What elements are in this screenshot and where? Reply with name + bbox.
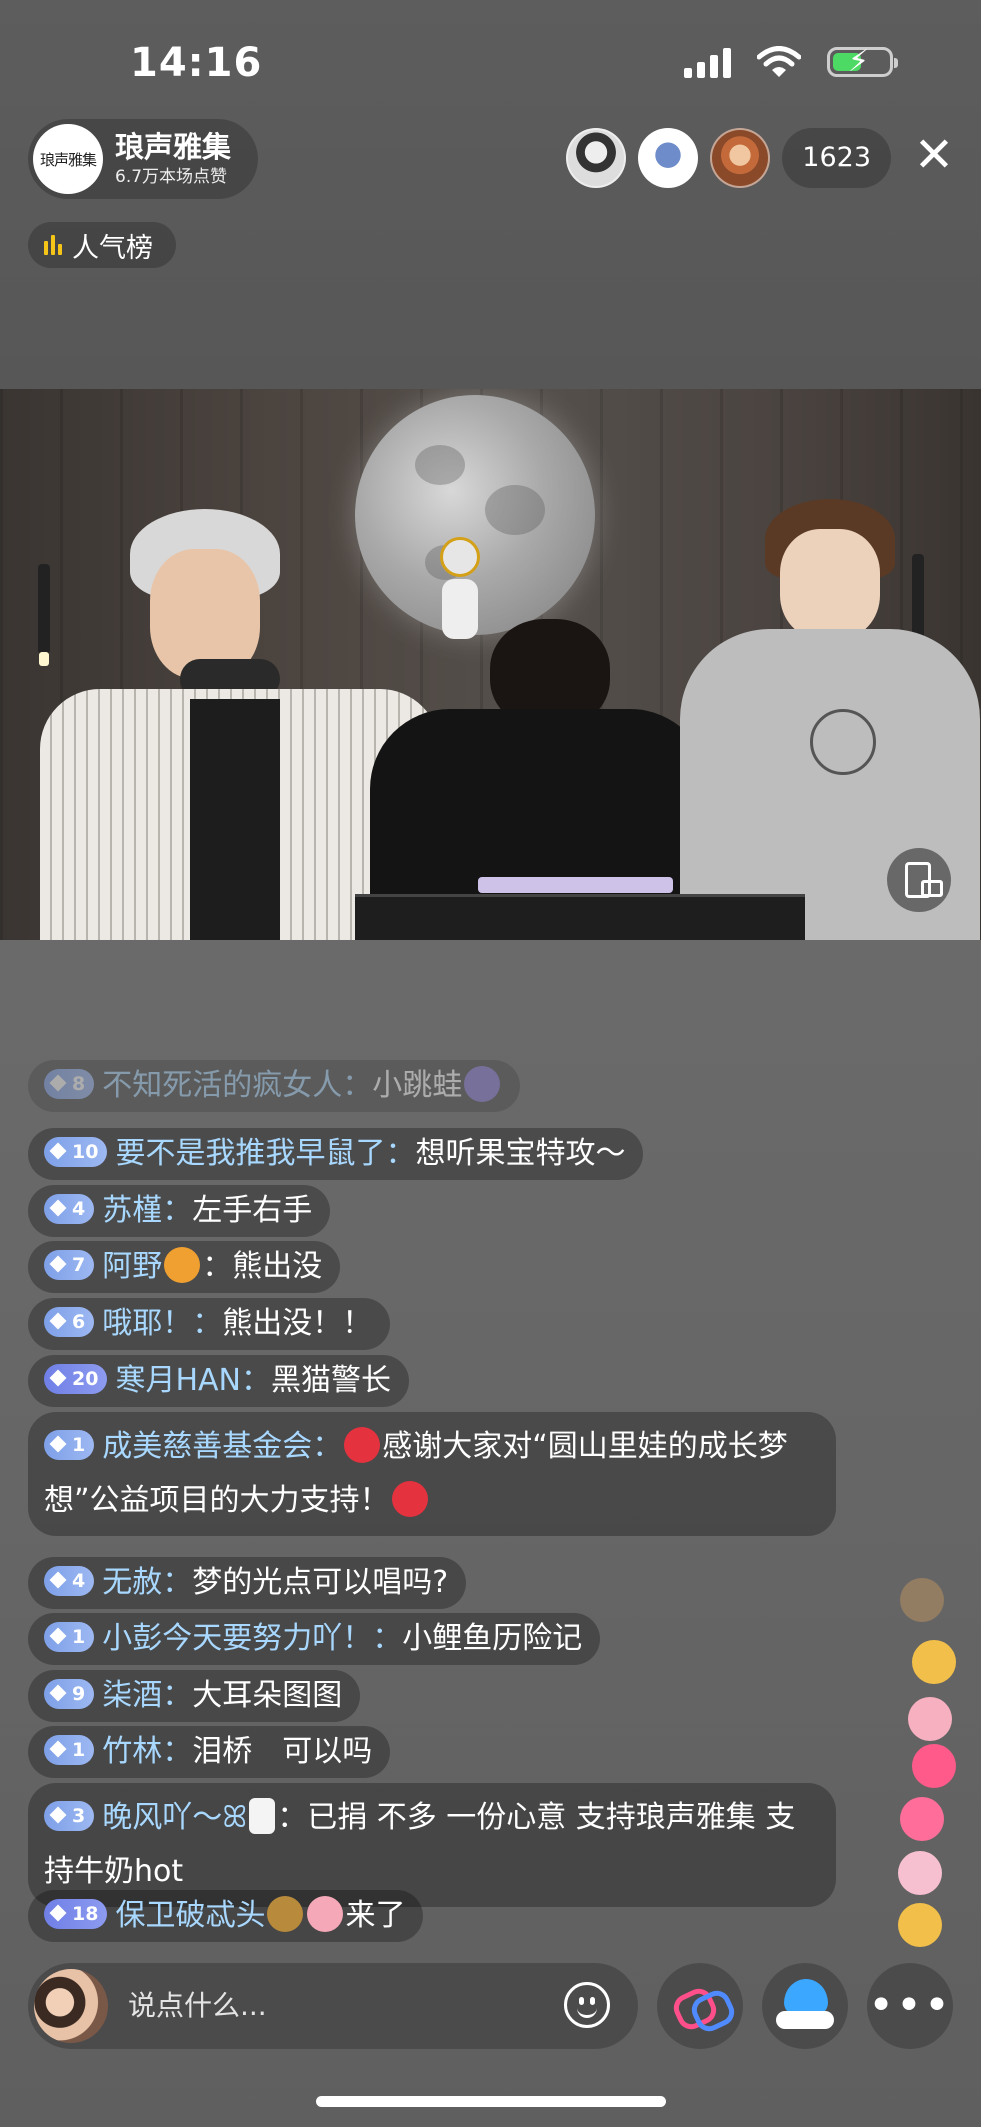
- chat-message[interactable]: 1 竹林：泪桥 可以吗: [28, 1726, 391, 1778]
- emoji-icon[interactable]: [564, 1982, 610, 2028]
- close-icon[interactable]: ✕: [909, 130, 959, 180]
- level-badge: 18: [44, 1898, 108, 1929]
- lion-emoji-icon: [164, 1246, 201, 1283]
- home-indicator[interactable]: [316, 2096, 666, 2107]
- chat-message[interactable]: 18 保卫破忒头 来了: [28, 1890, 424, 1942]
- host-info-pill[interactable]: 琅声雅集 琅声雅集 6.7万本场点赞: [28, 119, 258, 199]
- viewer-list: 1623: [566, 128, 891, 188]
- viewer-avatar[interactable]: [638, 128, 699, 188]
- chat-message[interactable]: 4 无赦：梦的光点可以唱吗?: [28, 1557, 467, 1609]
- chat-message[interactable]: 9 柒酒：大耳朵图图: [28, 1670, 361, 1722]
- pig-emoji-icon: [307, 1895, 344, 1932]
- level-badge: 4: [44, 1193, 95, 1224]
- gift-button[interactable]: [762, 1963, 848, 2049]
- float-like-icon: [900, 1578, 944, 1622]
- status-time: 14:16: [130, 40, 263, 86]
- status-icons: ⚡: [684, 45, 898, 79]
- thumbs-up-icon: [898, 1903, 942, 1947]
- level-badge: 7: [44, 1249, 95, 1280]
- chat-message[interactable]: 1 成美慈善基金会： 感谢大家对“圆山里娃的成长梦想”公益项目的大力支持！: [28, 1412, 836, 1536]
- comment-input[interactable]: 说点什么...: [28, 1963, 638, 2049]
- more-button[interactable]: •••: [867, 1963, 953, 2049]
- chat-message[interactable]: 7 阿野 ：熊出没: [28, 1241, 341, 1293]
- level-badge: 1: [44, 1621, 95, 1652]
- studio-monitor: [355, 894, 805, 940]
- signal-icon: [684, 46, 731, 78]
- heart-icon: [900, 1797, 944, 1841]
- user-avatar[interactable]: [34, 1969, 108, 2043]
- chat-message[interactable]: 6 哦耶！：熊出没！！: [28, 1298, 391, 1350]
- frog-emoji-icon: [464, 1065, 501, 1102]
- more-icon: •••: [868, 1980, 952, 2031]
- rank-label: 人气榜: [72, 232, 153, 264]
- host-avatar[interactable]: 琅声雅集: [33, 124, 103, 194]
- level-badge: 4: [44, 1565, 95, 1596]
- viewer-count[interactable]: 1623: [782, 128, 891, 188]
- live-video[interactable]: [0, 389, 981, 940]
- chat-message[interactable]: 4 苏槿：左手右手: [28, 1185, 331, 1237]
- rank-bars-icon: [44, 235, 62, 255]
- popularity-rank-button[interactable]: 人气榜: [28, 222, 176, 268]
- level-badge: 10: [44, 1136, 108, 1167]
- chat-message[interactable]: 10 要不是我推我早鼠了：想听果宝特攻～: [28, 1128, 644, 1180]
- thumbs-up-icon: [912, 1640, 956, 1684]
- rotate-screen-icon[interactable]: [887, 848, 951, 912]
- level-badge: 1: [44, 1429, 95, 1460]
- wifi-icon: [757, 46, 801, 77]
- battery-icon: ⚡: [827, 45, 898, 79]
- heart-emoji-icon: [391, 1480, 428, 1517]
- level-badge: 9: [44, 1678, 95, 1709]
- comment-placeholder: 说点什么...: [128, 1989, 267, 2022]
- host-likes: 6.7万本场点赞: [115, 167, 228, 187]
- link-button[interactable]: [657, 1963, 743, 2049]
- level-badge: 3: [44, 1800, 95, 1831]
- chat-message[interactable]: 8 不知死活的疯女人：小跳蛙: [28, 1060, 521, 1112]
- host-name: 琅声雅集: [115, 130, 232, 164]
- potato-emoji-icon: [267, 1895, 304, 1932]
- viewer-avatar[interactable]: [566, 128, 627, 188]
- thumbs-up-icon: [908, 1697, 952, 1741]
- chat-message[interactable]: 3 晚风吖～ꕤ ：已捐 不多 一份心意 支持琅声雅集 支持牛奶hot: [28, 1783, 836, 1907]
- level-badge: 20: [44, 1363, 108, 1394]
- heart-emoji-icon: [344, 1426, 381, 1463]
- milk-emoji-icon: [249, 1797, 276, 1834]
- heart-icon: [912, 1744, 956, 1788]
- chat-message[interactable]: 1 小彭今天要努力吖！：小鲤鱼历险记: [28, 1613, 601, 1665]
- level-badge: 1: [44, 1734, 95, 1765]
- chat-message[interactable]: 20 寒月HAN：黑猫警长: [28, 1355, 409, 1407]
- level-badge: 8: [44, 1068, 95, 1099]
- thumbs-up-icon: [898, 1851, 942, 1895]
- viewer-avatar[interactable]: [710, 128, 771, 188]
- level-badge: 6: [44, 1306, 95, 1337]
